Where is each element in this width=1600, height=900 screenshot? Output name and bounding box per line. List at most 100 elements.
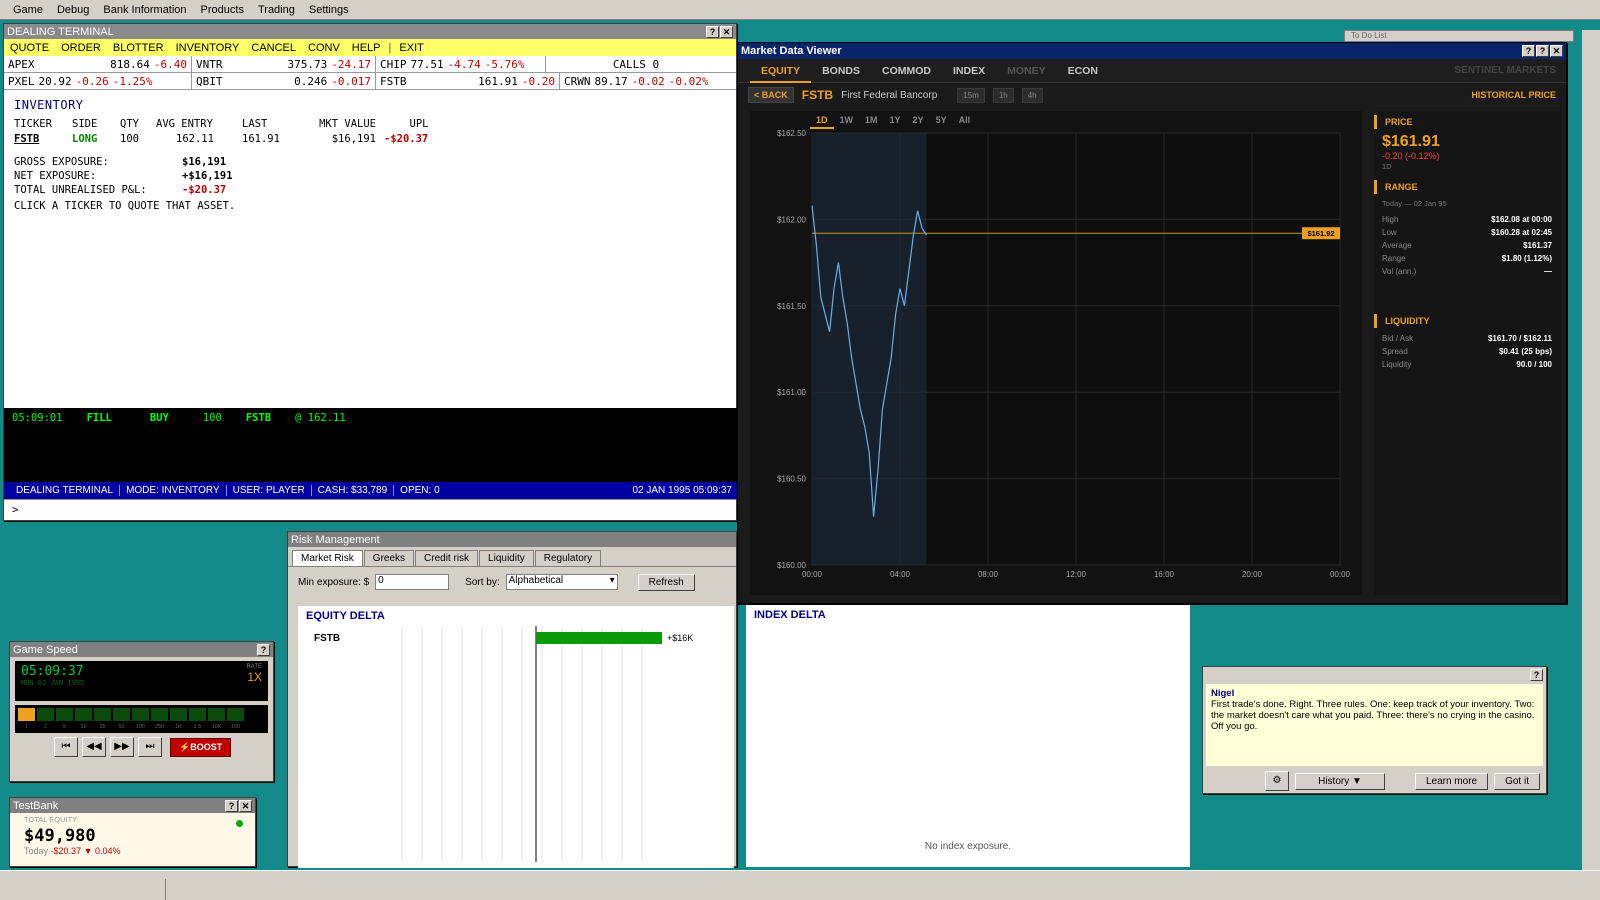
- help-icon[interactable]: ?: [1530, 668, 1543, 681]
- speed-label: 250: [154, 723, 165, 730]
- interval-4h[interactable]: 4h: [1021, 87, 1043, 103]
- learn-more-button[interactable]: Learn more: [1414, 772, 1489, 790]
- dealing-terminal-titlebar[interactable]: DEALING TERMINAL ? ✕: [4, 24, 736, 39]
- ticker-apex[interactable]: APEX 818.64 -6.40: [4, 56, 192, 72]
- menu-trading[interactable]: Trading: [251, 4, 302, 16]
- menu-products[interactable]: Products: [194, 4, 251, 16]
- skip-forward-icon[interactable]: ⏭: [138, 737, 162, 757]
- terminal-menu-blotter[interactable]: BLOTTER: [107, 42, 170, 54]
- close-icon[interactable]: ✕: [720, 25, 733, 38]
- total-equity-label: TOTAL EQUITY: [24, 815, 78, 824]
- fast-forward-icon[interactable]: ▶▶: [110, 737, 134, 757]
- todo-list-window-title[interactable]: To Do List: [1344, 30, 1574, 42]
- ticker-percent: -0.02%: [668, 74, 709, 88]
- speed-segment[interactable]: [56, 708, 73, 721]
- speed-segment[interactable]: [94, 708, 111, 721]
- mdv-titlebar[interactable]: Market Data Viewer ?? ✕: [738, 43, 1566, 59]
- terminal-menu-exit[interactable]: EXIT: [393, 42, 429, 54]
- terminal-menu-conv[interactable]: CONV: [302, 42, 346, 54]
- close-icon[interactable]: ✕: [1550, 45, 1563, 57]
- today-label: Today: [24, 846, 49, 856]
- col-header-mkt-value: MKT VALUE: [319, 118, 376, 130]
- speed-segment[interactable]: [18, 708, 35, 721]
- terminal-menu-cancel[interactable]: CANCEL: [245, 42, 302, 54]
- speed-segment[interactable]: [113, 708, 130, 721]
- range-5y[interactable]: 5Y: [930, 113, 953, 129]
- help-icon[interactable]: ?: [706, 25, 719, 38]
- speed-segment[interactable]: [208, 708, 225, 721]
- ticker-chip[interactable]: CHIP 77.51 -4.74 -5.76%: [376, 56, 546, 72]
- tab-credit-risk[interactable]: Credit risk: [415, 550, 479, 566]
- boost-button[interactable]: ⚡BOOST: [170, 737, 232, 757]
- menu-bank-information[interactable]: Bank Information: [96, 4, 193, 16]
- range-1d[interactable]: 1D: [810, 113, 834, 129]
- help-icon[interactable]: ?: [225, 799, 238, 812]
- risk-titlebar[interactable]: Risk Management: [288, 532, 736, 547]
- inv-ticker-link[interactable]: FSTB: [14, 133, 72, 148]
- range-1m[interactable]: 1M: [859, 113, 884, 129]
- nigel-titlebar[interactable]: ?: [1203, 667, 1546, 682]
- settings-gear-icon[interactable]: ⚙: [1265, 771, 1289, 791]
- interval-15m[interactable]: 15m: [957, 87, 985, 103]
- refresh-button[interactable]: Refresh: [637, 573, 695, 591]
- speed-segment[interactable]: [170, 708, 187, 721]
- skip-back-icon[interactable]: ⏮: [54, 737, 78, 757]
- test-bank-titlebar[interactable]: TestBank ? ✕: [10, 798, 255, 813]
- range-1y[interactable]: 1Y: [884, 113, 907, 129]
- historical-price-label: HISTORICAL PRICE: [1471, 90, 1556, 100]
- help-icon[interactable]: ?: [1536, 45, 1549, 57]
- col-header-avg-entry: AVG ENTRY: [156, 118, 213, 130]
- range-all[interactable]: All: [953, 113, 977, 129]
- tab-market-risk[interactable]: Market Risk: [292, 550, 363, 566]
- x-tick-label: 16:00: [1154, 570, 1175, 579]
- ticker-fstb[interactable]: FSTB 161.91 -0.20: [376, 73, 560, 89]
- close-icon[interactable]: ✕: [239, 799, 252, 812]
- interval-1h[interactable]: 1h: [992, 87, 1014, 103]
- speed-segment[interactable]: [75, 708, 92, 721]
- terminal-menu-order[interactable]: ORDER: [55, 42, 107, 54]
- tab-regulatory[interactable]: Regulatory: [534, 550, 602, 566]
- log-type: FILL: [86, 412, 112, 424]
- tab-liquidity[interactable]: Liquidity: [479, 550, 534, 566]
- tab-equity[interactable]: EQUITY: [750, 59, 812, 83]
- menu-settings[interactable]: Settings: [302, 4, 356, 16]
- tab-commod[interactable]: COMMOD: [871, 59, 942, 83]
- menu-debug[interactable]: Debug: [50, 4, 96, 16]
- tab-money[interactable]: MONEY: [996, 59, 1057, 83]
- speed-segment[interactable]: [189, 708, 206, 721]
- speed-segment[interactable]: [132, 708, 149, 721]
- help-icon[interactable]: ?: [1522, 45, 1535, 57]
- speed-segment[interactable]: [37, 708, 54, 721]
- rewind-icon[interactable]: ◀◀: [82, 737, 106, 757]
- status-user: USER: PLAYER: [227, 485, 312, 496]
- got-it-button[interactable]: Got it: [1494, 772, 1540, 790]
- ticker-vntr[interactable]: VNTR 375.73 -24.17: [192, 56, 376, 72]
- tab-bonds[interactable]: BONDS: [811, 59, 871, 83]
- terminal-menu-inventory[interactable]: INVENTORY: [170, 42, 246, 54]
- range-2y[interactable]: 2Y: [907, 113, 930, 129]
- command-input[interactable]: >: [4, 499, 736, 519]
- game-speed-titlebar[interactable]: Game Speed ?: [10, 642, 273, 657]
- speed-segment[interactable]: [227, 708, 244, 721]
- liquidity-value: 90.0 / 100: [1516, 360, 1552, 369]
- x-tick-label: 00:00: [802, 570, 823, 579]
- ticker-pxel[interactable]: PXEL 20.92 -0.26 -1.25%: [4, 73, 192, 89]
- sort-select[interactable]: Alphabetical: [505, 574, 618, 590]
- tab-index[interactable]: INDEX: [942, 59, 996, 83]
- tab-greeks[interactable]: Greeks: [363, 550, 415, 566]
- ticker-crwn[interactable]: CRWN 89.17 -0.02 -0.02%: [560, 73, 736, 89]
- speed-label: 50: [118, 723, 125, 730]
- ticker-qbit[interactable]: QBIT 0.246 -0.017: [192, 73, 376, 89]
- back-button[interactable]: < BACK: [748, 87, 794, 103]
- tab-econ[interactable]: ECON: [1057, 59, 1109, 83]
- terminal-menu-quote[interactable]: QUOTE: [4, 42, 55, 54]
- ticker-change: -0.20: [521, 74, 555, 88]
- history-button[interactable]: History ▼: [1295, 772, 1385, 790]
- speed-selector[interactable]: 1 2 5 10 25 50 100 250 1K 2.5 10K 100: [15, 705, 268, 733]
- menu-game[interactable]: Game: [6, 4, 50, 16]
- help-icon[interactable]: ?: [257, 643, 270, 656]
- range-1w[interactable]: 1W: [834, 113, 860, 129]
- min-exposure-input[interactable]: 0: [375, 574, 450, 590]
- terminal-menu-help[interactable]: HELP: [346, 42, 387, 54]
- speed-segment[interactable]: [151, 708, 168, 721]
